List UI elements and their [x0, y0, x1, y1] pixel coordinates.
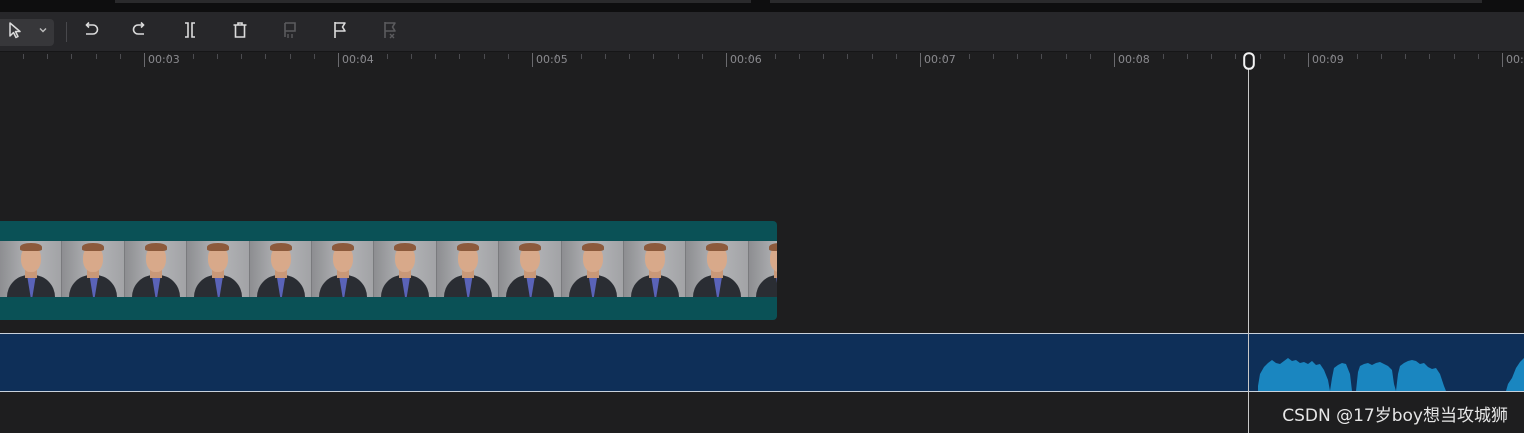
- video-thumbnail: [561, 241, 624, 297]
- split-icon: [180, 20, 200, 45]
- split-button[interactable]: [176, 18, 204, 46]
- delete-button[interactable]: [226, 18, 254, 46]
- freeze-frame-icon: [280, 20, 300, 45]
- toolbar-separator: [66, 22, 67, 42]
- video-thumbnail: [436, 241, 500, 297]
- select-tool-dropdown[interactable]: [30, 18, 56, 46]
- ruler-label: 00:08: [1118, 53, 1150, 66]
- ruler-label: 00:05: [536, 53, 568, 66]
- video-thumbnail: [623, 241, 687, 297]
- undo-button[interactable]: [76, 18, 104, 46]
- video-thumbnail: [187, 241, 250, 297]
- video-editor-timeline: 00:03 00:04 00:05 00:06 00:07 00:08 00:0…: [0, 0, 1524, 433]
- video-clip[interactable]: [0, 221, 777, 320]
- redo-icon: [130, 20, 150, 45]
- top-panel-edge: [0, 0, 1524, 12]
- undo-icon: [80, 20, 100, 45]
- video-thumbnail: [748, 241, 777, 297]
- ruler-label: 00:06: [730, 53, 762, 66]
- remove-marker-button[interactable]: [376, 18, 404, 46]
- ruler-label: 00:04: [342, 53, 374, 66]
- video-thumbnail: [124, 241, 188, 297]
- ruler-label: 00:07: [924, 53, 956, 66]
- video-thumbnails: [0, 241, 777, 297]
- flag-icon: [330, 20, 350, 45]
- video-thumbnail: [311, 241, 375, 297]
- time-ruler[interactable]: 00:03 00:04 00:05 00:06 00:07 00:08 00:0…: [0, 52, 1524, 70]
- ruler-label: 00:03: [148, 53, 180, 66]
- watermark-text: CSDN @17岁boy想当攻城狮: [1282, 406, 1508, 426]
- flag-remove-icon: [380, 20, 400, 45]
- video-thumbnail: [249, 241, 312, 297]
- video-thumbnail: [374, 241, 437, 297]
- audio-clip[interactable]: [0, 333, 1524, 392]
- playhead-handle[interactable]: [1243, 52, 1255, 70]
- cursor-arrow-icon: [6, 21, 24, 44]
- playhead-line[interactable]: [1248, 66, 1249, 433]
- timeline-toolbar: [0, 12, 1524, 52]
- freeze-frame-button[interactable]: [276, 18, 304, 46]
- chevron-down-icon: [37, 23, 49, 41]
- panel-edge-segment: [770, 0, 1482, 3]
- ruler-label: 00:: [1506, 53, 1524, 66]
- ruler-ticks: [23, 53, 1503, 67]
- add-marker-button[interactable]: [326, 18, 354, 46]
- select-tool-button[interactable]: [1, 18, 29, 46]
- audio-waveform: [1258, 358, 1524, 391]
- panel-edge-segment: [115, 0, 751, 3]
- video-thumbnail: [499, 241, 562, 297]
- redo-button[interactable]: [126, 18, 154, 46]
- trash-icon: [230, 20, 250, 45]
- ruler-label: 00:09: [1312, 53, 1344, 66]
- video-thumbnail: [62, 241, 125, 297]
- video-thumbnail: [686, 241, 749, 297]
- video-thumbnail: [0, 241, 63, 297]
